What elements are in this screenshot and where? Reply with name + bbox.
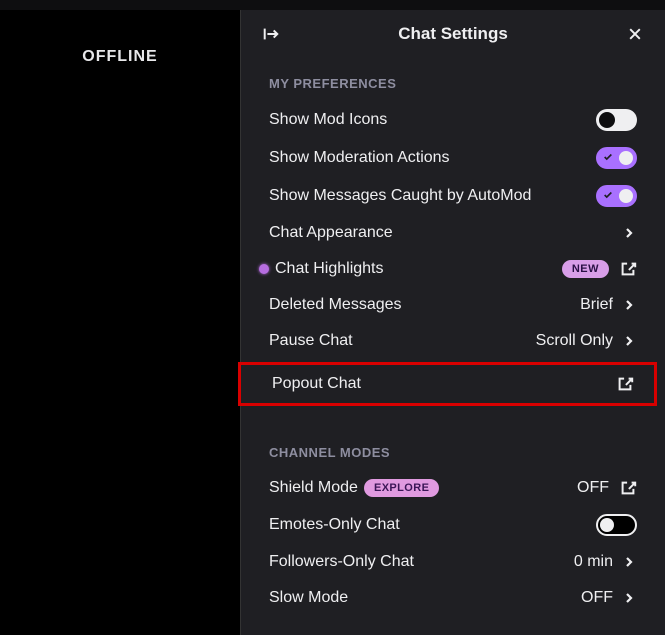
value-shield-mode: OFF (577, 479, 609, 497)
label-emotes-only: Emotes-Only Chat (269, 516, 400, 534)
chat-settings-panel: Chat Settings MY PREFERENCES Show Mod Ic… (240, 10, 665, 635)
label-chat-highlights-text: Chat Highlights (275, 260, 384, 278)
popout-icon[interactable] (616, 375, 634, 393)
row-show-mod-icons: Show Mod Icons (241, 101, 665, 139)
stream-status: OFFLINE (82, 48, 157, 635)
label-shield-mode-text: Shield Mode (269, 479, 358, 497)
value-slow-mode: OFF (581, 589, 613, 607)
badge-explore: EXPLORE (364, 479, 439, 497)
popout-icon[interactable] (619, 479, 637, 497)
label-chat-appearance: Chat Appearance (269, 224, 393, 242)
row-shield-mode[interactable]: Shield Mode EXPLORE OFF (241, 470, 665, 506)
window-top-strip (0, 0, 665, 10)
value-deleted-messages: Brief (580, 296, 613, 314)
main-container: OFFLINE Chat Settings MY PREFERENCES Sho… (0, 10, 665, 635)
toggle-show-moderation-actions[interactable] (596, 147, 637, 169)
panel-header: Chat Settings (241, 10, 665, 72)
label-shield-mode: Shield Mode EXPLORE (269, 479, 439, 497)
label-slow-mode: Slow Mode (269, 589, 348, 607)
label-followers-only: Followers-Only Chat (269, 553, 414, 571)
row-automod-messages: Show Messages Caught by AutoMod (241, 177, 665, 215)
row-chat-highlights[interactable]: Chat Highlights NEW (241, 251, 665, 287)
section-my-preferences: MY PREFERENCES (241, 72, 665, 101)
toggle-automod-messages[interactable] (596, 185, 637, 207)
label-popout-chat: Popout Chat (272, 375, 361, 393)
close-icon[interactable] (625, 24, 645, 44)
chevron-right-icon (623, 591, 637, 605)
value-pause-chat: Scroll Only (536, 332, 613, 350)
panel-title: Chat Settings (398, 24, 508, 44)
section-channel-modes: CHANNEL MODES (241, 441, 665, 470)
collapse-icon[interactable] (261, 24, 281, 44)
toggle-emotes-only[interactable] (596, 514, 637, 536)
label-show-mod-icons: Show Mod Icons (269, 111, 387, 129)
row-chat-appearance[interactable]: Chat Appearance (241, 215, 665, 251)
chevron-right-icon (623, 334, 637, 348)
value-followers-only: 0 min (574, 553, 613, 571)
row-show-moderation-actions: Show Moderation Actions (241, 139, 665, 177)
chevron-right-icon (623, 555, 637, 569)
row-emotes-only: Emotes-Only Chat (241, 506, 665, 544)
row-slow-mode[interactable]: Slow Mode OFF (241, 580, 665, 616)
popout-icon[interactable] (619, 260, 637, 278)
chevron-right-icon (623, 298, 637, 312)
label-show-moderation-actions: Show Moderation Actions (269, 149, 450, 167)
row-pause-chat[interactable]: Pause Chat Scroll Only (241, 323, 665, 359)
label-pause-chat: Pause Chat (269, 332, 353, 350)
row-followers-only[interactable]: Followers-Only Chat 0 min (241, 544, 665, 580)
stream-pane: OFFLINE (0, 10, 240, 635)
label-chat-highlights: Chat Highlights (259, 260, 384, 278)
label-deleted-messages: Deleted Messages (269, 296, 402, 314)
notification-dot-icon (259, 264, 269, 274)
toggle-show-mod-icons[interactable] (596, 109, 637, 131)
row-popout-chat[interactable]: Popout Chat (238, 362, 657, 406)
chevron-right-icon (623, 226, 637, 240)
label-automod-messages: Show Messages Caught by AutoMod (269, 187, 531, 205)
row-deleted-messages[interactable]: Deleted Messages Brief (241, 287, 665, 323)
badge-new: NEW (562, 260, 609, 278)
